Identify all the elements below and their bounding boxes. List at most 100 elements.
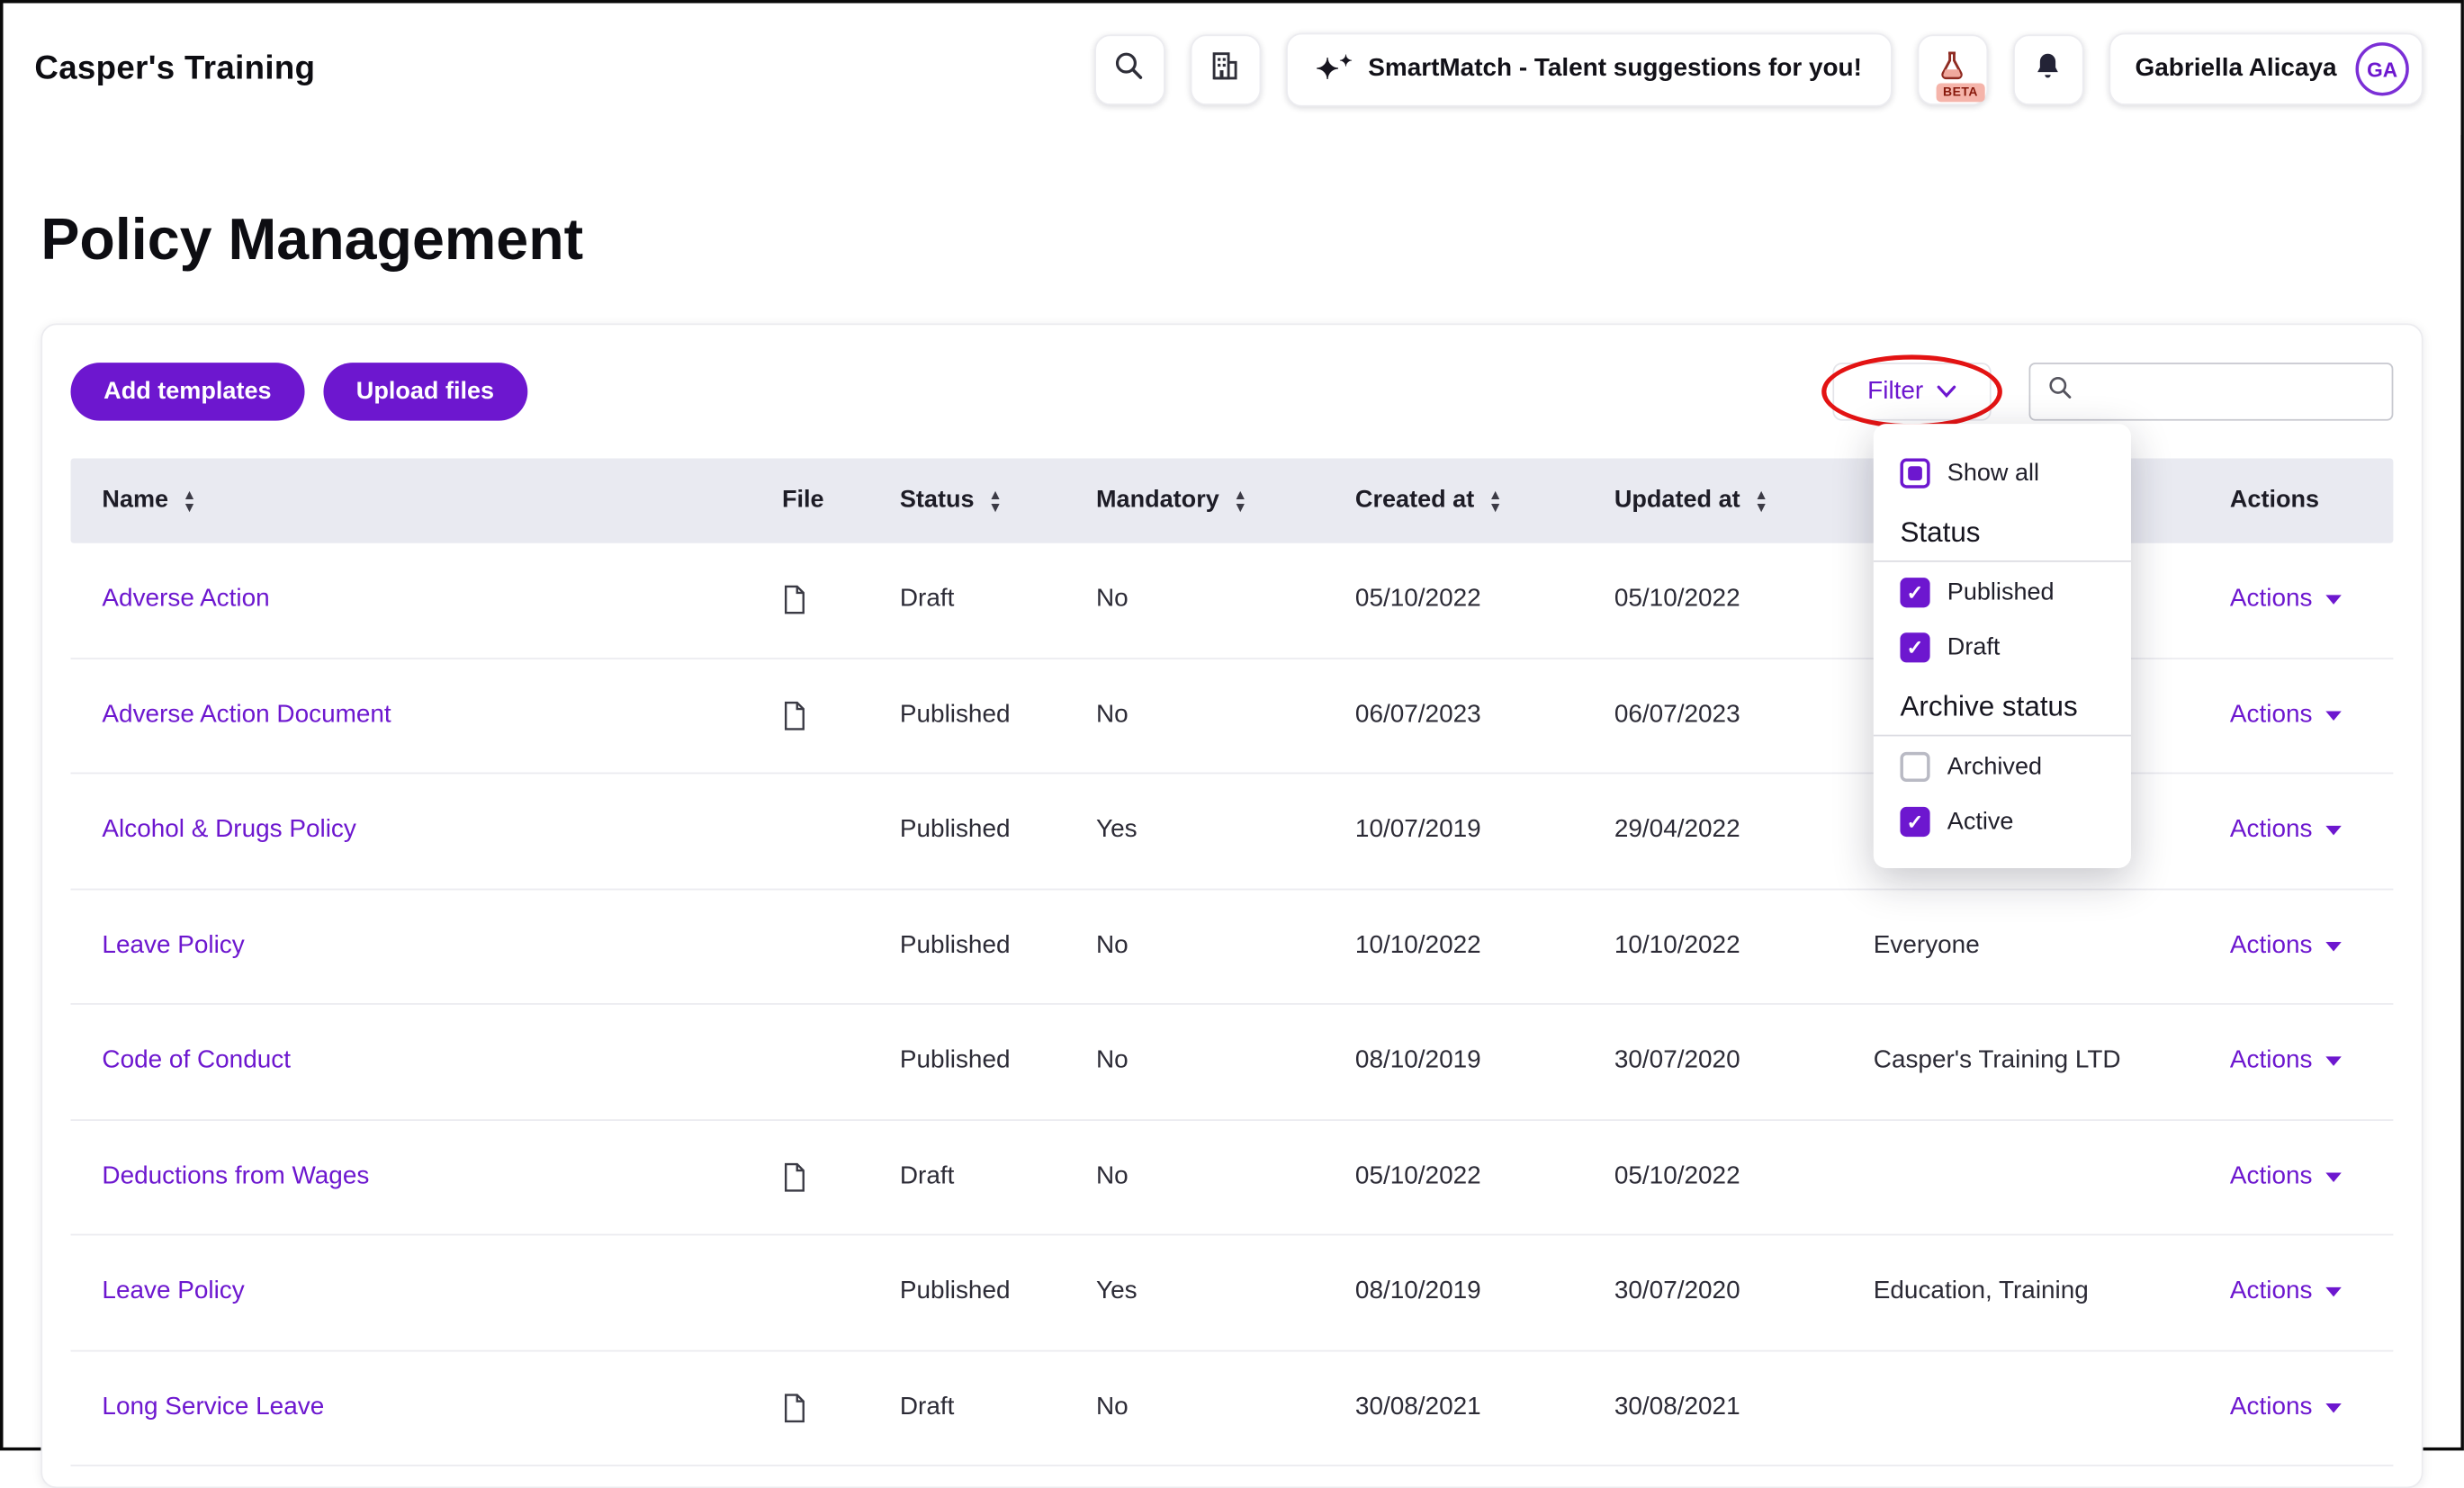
beta-badge: BETA <box>1937 83 1984 102</box>
filter-option-show-all[interactable]: Show all <box>1874 446 2131 501</box>
updated-at-cell: 30/08/2021 <box>1583 1394 1842 1421</box>
actions-cell: Actions <box>2199 1278 2393 1306</box>
caret-down-icon <box>2326 942 2342 951</box>
sort-icon[interactable]: ▲▼ <box>988 489 1003 514</box>
filter-option-active[interactable]: Active <box>1874 794 2131 849</box>
actions-dropdown-button[interactable]: Actions <box>2230 932 2343 960</box>
caret-down-icon <box>2326 1057 2342 1066</box>
actions-dropdown-button[interactable]: Actions <box>2230 1047 2343 1075</box>
actions-dropdown-button[interactable]: Actions <box>2230 1394 2343 1421</box>
actions-cell: Actions <box>2199 1394 2393 1421</box>
actions-cell: Actions <box>2199 1163 2393 1191</box>
file-cell <box>751 815 868 847</box>
updated-at-cell: 06/07/2023 <box>1583 702 1842 730</box>
app-window: Casper's Training <box>0 0 2464 1450</box>
actions-dropdown-button[interactable]: Actions <box>2230 1278 2343 1306</box>
column-header-actions: Actions <box>2199 487 2393 515</box>
file-cell <box>751 1277 868 1308</box>
policy-name-link[interactable]: Deductions from Wages <box>71 1163 751 1191</box>
search-button[interactable] <box>1094 34 1165 105</box>
brand-title[interactable]: Casper's Training <box>34 50 315 88</box>
assigned-cell: Everyone <box>1842 932 2199 960</box>
policy-name-link[interactable]: Long Service Leave <box>71 1394 751 1421</box>
document-icon[interactable] <box>782 1161 868 1193</box>
profile-menu[interactable]: Gabriella Alicaya GA <box>2109 33 2424 105</box>
policy-name-link[interactable]: Adverse Action Document <box>71 702 751 730</box>
document-icon[interactable] <box>782 585 868 616</box>
topbar: Casper's Training <box>3 3 2460 135</box>
sort-icon[interactable]: ▲▼ <box>1754 489 1768 514</box>
file-cell <box>751 700 868 731</box>
policy-card: Add templates Upload files Filter <box>40 323 2423 1488</box>
checkbox-archived[interactable] <box>1900 752 1929 782</box>
checkbox-show-all[interactable] <box>1900 459 1929 489</box>
file-cell <box>751 1046 868 1078</box>
document-icon[interactable] <box>782 1392 868 1423</box>
toolbar: Add templates Upload files Filter <box>71 363 2394 421</box>
updated-at-cell: 30/07/2020 <box>1583 1047 1842 1075</box>
caret-down-icon <box>2326 1403 2342 1412</box>
caret-down-icon <box>2326 711 2342 720</box>
column-header-name[interactable]: Name ▲▼ <box>71 487 751 515</box>
column-header-mandatory[interactable]: Mandatory ▲▼ <box>1065 487 1324 515</box>
status-cell: Published <box>868 702 1065 730</box>
actions-dropdown-button[interactable]: Actions <box>2230 817 2343 845</box>
status-cell: Published <box>868 932 1065 960</box>
created-at-cell: 08/10/2019 <box>1324 1047 1583 1075</box>
add-templates-button[interactable]: Add templates <box>71 363 305 421</box>
mandatory-cell: No <box>1065 702 1324 730</box>
policy-name-link[interactable]: Adverse Action <box>71 586 751 614</box>
smartmatch-label: SmartMatch - Talent suggestions for you! <box>1368 55 1862 83</box>
notifications-button[interactable] <box>2012 34 2083 105</box>
policy-name-link[interactable]: Leave Policy <box>71 1278 751 1306</box>
policy-name-link[interactable]: Code of Conduct <box>71 1047 751 1075</box>
actions-cell: Actions <box>2199 1047 2393 1075</box>
checkbox-draft[interactable] <box>1900 632 1929 662</box>
sort-icon[interactable]: ▲▼ <box>183 489 197 514</box>
caret-down-icon <box>2326 826 2342 835</box>
actions-dropdown-button[interactable]: Actions <box>2230 702 2343 730</box>
mandatory-cell: Yes <box>1065 817 1324 845</box>
caret-down-icon <box>2326 1172 2342 1181</box>
status-cell: Draft <box>868 1394 1065 1421</box>
document-icon[interactable] <box>782 700 868 731</box>
filter-option-published[interactable]: Published <box>1874 565 2131 620</box>
column-header-status[interactable]: Status ▲▼ <box>868 487 1065 515</box>
assigned-cell: Casper's Training LTD <box>1842 1047 2199 1075</box>
labs-button[interactable]: BETA <box>1917 34 1988 105</box>
sort-icon[interactable]: ▲▼ <box>1488 489 1503 514</box>
filter-section-title-status: Status <box>1874 501 2131 560</box>
checkbox-published[interactable] <box>1900 578 1929 607</box>
column-header-created-at[interactable]: Created at ▲▼ <box>1324 487 1583 515</box>
policy-name-link[interactable]: Leave Policy <box>71 932 751 960</box>
table-row: Leave Policy Published Yes 08/10/2019 30… <box>71 1235 2394 1350</box>
checkbox-active[interactable] <box>1900 807 1929 837</box>
mandatory-cell: No <box>1065 1047 1324 1075</box>
actions-dropdown-button[interactable]: Actions <box>2230 1163 2343 1191</box>
search-input[interactable] <box>2087 376 2376 408</box>
actions-dropdown-button[interactable]: Actions <box>2230 586 2343 614</box>
status-cell: Published <box>868 1278 1065 1306</box>
created-at-cell: 06/07/2023 <box>1324 702 1583 730</box>
status-cell: Draft <box>868 1163 1065 1191</box>
bell-icon <box>2031 48 2065 90</box>
search-icon <box>1112 48 1147 90</box>
updated-at-cell: 30/07/2020 <box>1583 1278 1842 1306</box>
column-header-updated-at[interactable]: Updated at ▲▼ <box>1583 487 1842 515</box>
created-at-cell: 05/10/2022 <box>1324 586 1583 614</box>
smartmatch-button[interactable]: ✦✦ SmartMatch - Talent suggestions for y… <box>1286 32 1892 106</box>
status-cell: Published <box>868 817 1065 845</box>
actions-cell: Actions <box>2199 817 2393 845</box>
filter-option-archived[interactable]: Archived <box>1874 740 2131 794</box>
filter-label: Filter <box>1867 378 1923 406</box>
page-title: Policy Management <box>40 207 2460 273</box>
divider <box>1874 560 2131 562</box>
filter-button[interactable]: Filter <box>1832 363 1991 421</box>
sort-icon[interactable]: ▲▼ <box>1233 489 1247 514</box>
table-row: Leave Policy Published No 10/10/2022 10/… <box>71 890 2394 1005</box>
policy-name-link[interactable]: Alcohol & Drugs Policy <box>71 817 751 845</box>
upload-files-button[interactable]: Upload files <box>323 363 527 421</box>
sparkle-icon: ✦✦ <box>1316 55 1353 83</box>
filter-option-draft[interactable]: Draft <box>1874 620 2131 675</box>
organisation-button[interactable] <box>1190 34 1261 105</box>
